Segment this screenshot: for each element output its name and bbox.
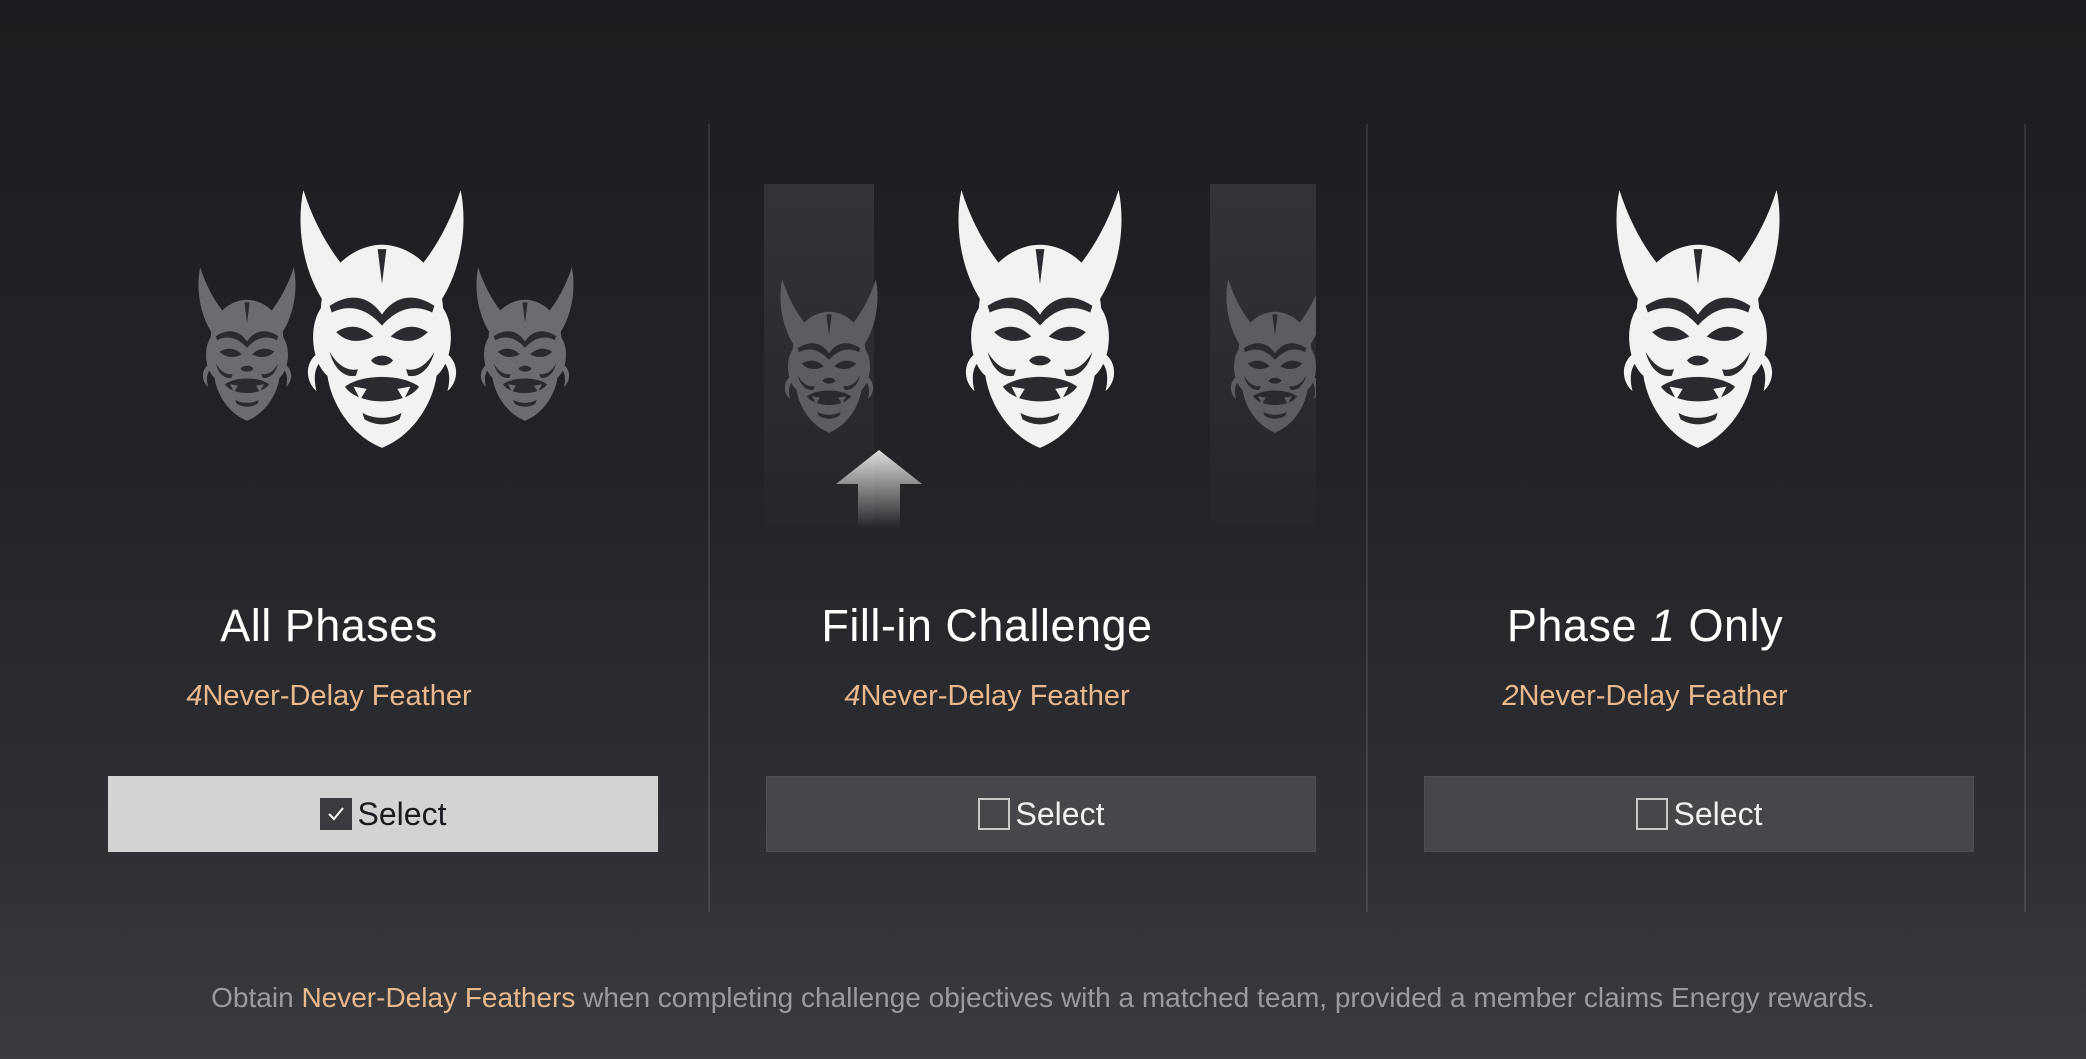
triple-oni-mask-icon [0, 184, 658, 604]
reward-label: Never-Delay Feather [1518, 680, 1788, 712]
mode-card-all-phases: All Phases 4Never-Delay Feather Select [0, 124, 658, 912]
mode-card-fill-in-challenge: Fill-in Challenge 4Never-Delay Feather S… [658, 124, 1316, 912]
mode-title: Fill-in Challenge [821, 600, 1153, 651]
reward-quantity: 4 [844, 680, 861, 712]
select-label: Select [1015, 796, 1105, 832]
checkbox-checked-icon [319, 798, 352, 830]
reward-line: 4Never-Delay Feather [0, 678, 658, 714]
single-oni-mask-icon [1316, 184, 1974, 604]
select-button-all-phases[interactable]: Select [108, 776, 658, 852]
reward-line: 2Never-Delay Feather [1316, 678, 1974, 714]
select-label: Select [357, 796, 447, 832]
select-label: Select [1673, 796, 1763, 832]
reward-quantity: 2 [1502, 680, 1519, 712]
reward-label: Never-Delay Feather [860, 680, 1130, 712]
checkbox-empty-icon [1635, 798, 1668, 830]
mode-card-phase-1-only: Phase 1 Only 2Never-Delay Feather Select [1316, 124, 1974, 912]
reward-info-note: Obtain Never-Delay Feathers when complet… [211, 982, 1875, 1013]
select-button-fill-in-challenge[interactable]: Select [766, 776, 1316, 852]
checkbox-empty-icon [977, 798, 1010, 830]
mode-title: All Phases [220, 600, 438, 651]
column-divider [2024, 124, 2026, 912]
oni-mask-with-arrow-icon [658, 184, 1316, 604]
feather-highlight: Never-Delay Feathers [301, 982, 576, 1013]
challenge-mode-select-screen: All Phases 4Never-Delay Feather Select F… [0, 0, 2086, 1059]
select-button-phase-1-only[interactable]: Select [1424, 776, 1974, 852]
reward-line: 4Never-Delay Feather [658, 678, 1316, 714]
reward-label: Never-Delay Feather [202, 680, 472, 712]
mode-title: Phase 1 Only [1506, 600, 1784, 651]
reward-quantity: 4 [186, 680, 203, 712]
